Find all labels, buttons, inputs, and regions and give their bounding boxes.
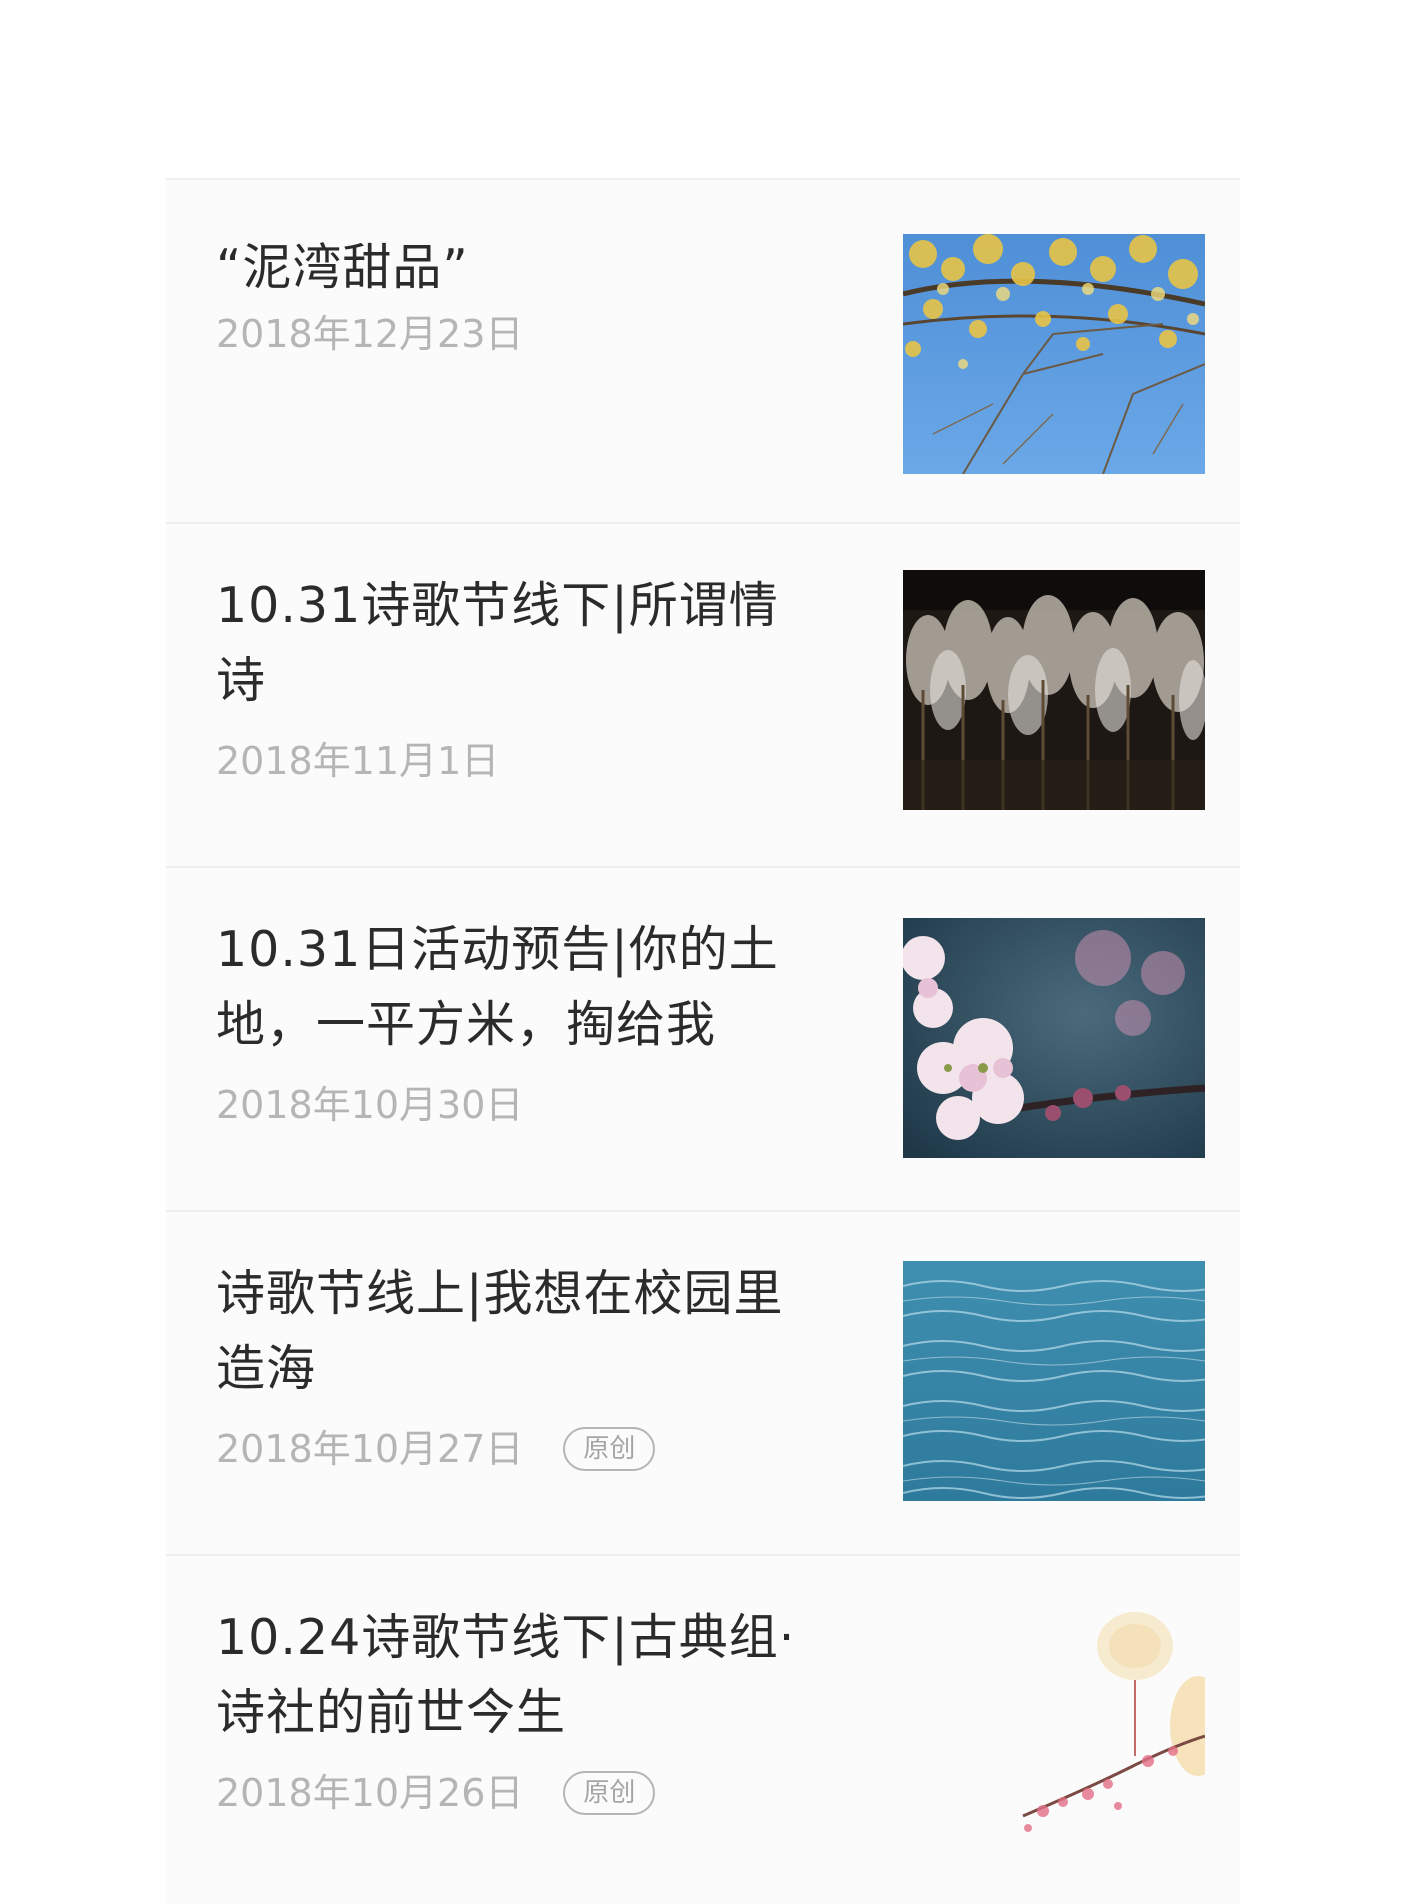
lantern-blossom-photo xyxy=(903,1606,1205,1846)
article-item[interactable]: 诗歌节线上|我想在校园里造海 2018年10月27日 原创 xyxy=(166,1210,1240,1554)
article-item[interactable]: 10.24诗歌节线下|古典组·诗社的前世今生 2018年10月26日 原创 xyxy=(166,1554,1240,1904)
article-meta: 2018年11月1日 xyxy=(216,736,816,786)
article-title: 10.31诗歌节线下|所谓情诗 xyxy=(216,577,779,709)
article-item[interactable]: 10.31日活动预告|你的土地，一平方米，掏给我 2018年10月30日 xyxy=(166,866,1240,1210)
article-item[interactable]: “泥湾甜品” 2018年12月23日 xyxy=(166,178,1240,522)
article-text: “泥湾甜品” 2018年12月23日 xyxy=(216,230,816,359)
article-title: 诗歌节线上|我想在校园里造海 xyxy=(216,1265,784,1397)
sea-water-photo xyxy=(903,1261,1205,1501)
article-title: 10.31日活动预告|你的土地，一平方米，掏给我 xyxy=(216,921,779,1053)
article-date: 2018年12月23日 xyxy=(216,312,524,356)
article-text: 10.24诗歌节线下|古典组·诗社的前世今生 2018年10月26日 原创 xyxy=(216,1600,816,1818)
article-meta: 2018年10月27日 原创 xyxy=(216,1424,816,1474)
article-date: 2018年11月1日 xyxy=(216,739,500,783)
article-date: 2018年10月26日 xyxy=(216,1771,524,1815)
article-meta: 2018年10月26日 原创 xyxy=(216,1768,816,1818)
original-badge: 原创 xyxy=(563,1771,656,1815)
frosted-forest-photo xyxy=(903,570,1205,810)
article-item[interactable]: 10.31诗歌节线下|所谓情诗 2018年11月1日 xyxy=(166,522,1240,866)
blossom-photo xyxy=(903,918,1205,1158)
article-date: 2018年10月30日 xyxy=(216,1083,524,1127)
article-meta: 2018年12月23日 xyxy=(216,309,816,359)
article-title: “泥湾甜品” xyxy=(216,239,469,296)
article-title: 10.24诗歌节线下|古典组·诗社的前世今生 xyxy=(216,1609,796,1741)
article-date: 2018年10月27日 xyxy=(216,1427,524,1471)
original-badge: 原创 xyxy=(563,1427,656,1471)
article-list: “泥湾甜品” 2018年12月23日 10.31诗歌节线下|所谓情诗 2018年… xyxy=(166,178,1240,1904)
article-text: 诗歌节线上|我想在校园里造海 2018年10月27日 原创 xyxy=(216,1256,816,1474)
article-text: 10.31诗歌节线下|所谓情诗 2018年11月1日 xyxy=(216,568,816,786)
article-text: 10.31日活动预告|你的土地，一平方米，掏给我 2018年10月30日 xyxy=(216,912,816,1130)
ginkgo-tree-photo xyxy=(903,234,1205,474)
article-meta: 2018年10月30日 xyxy=(216,1080,816,1130)
